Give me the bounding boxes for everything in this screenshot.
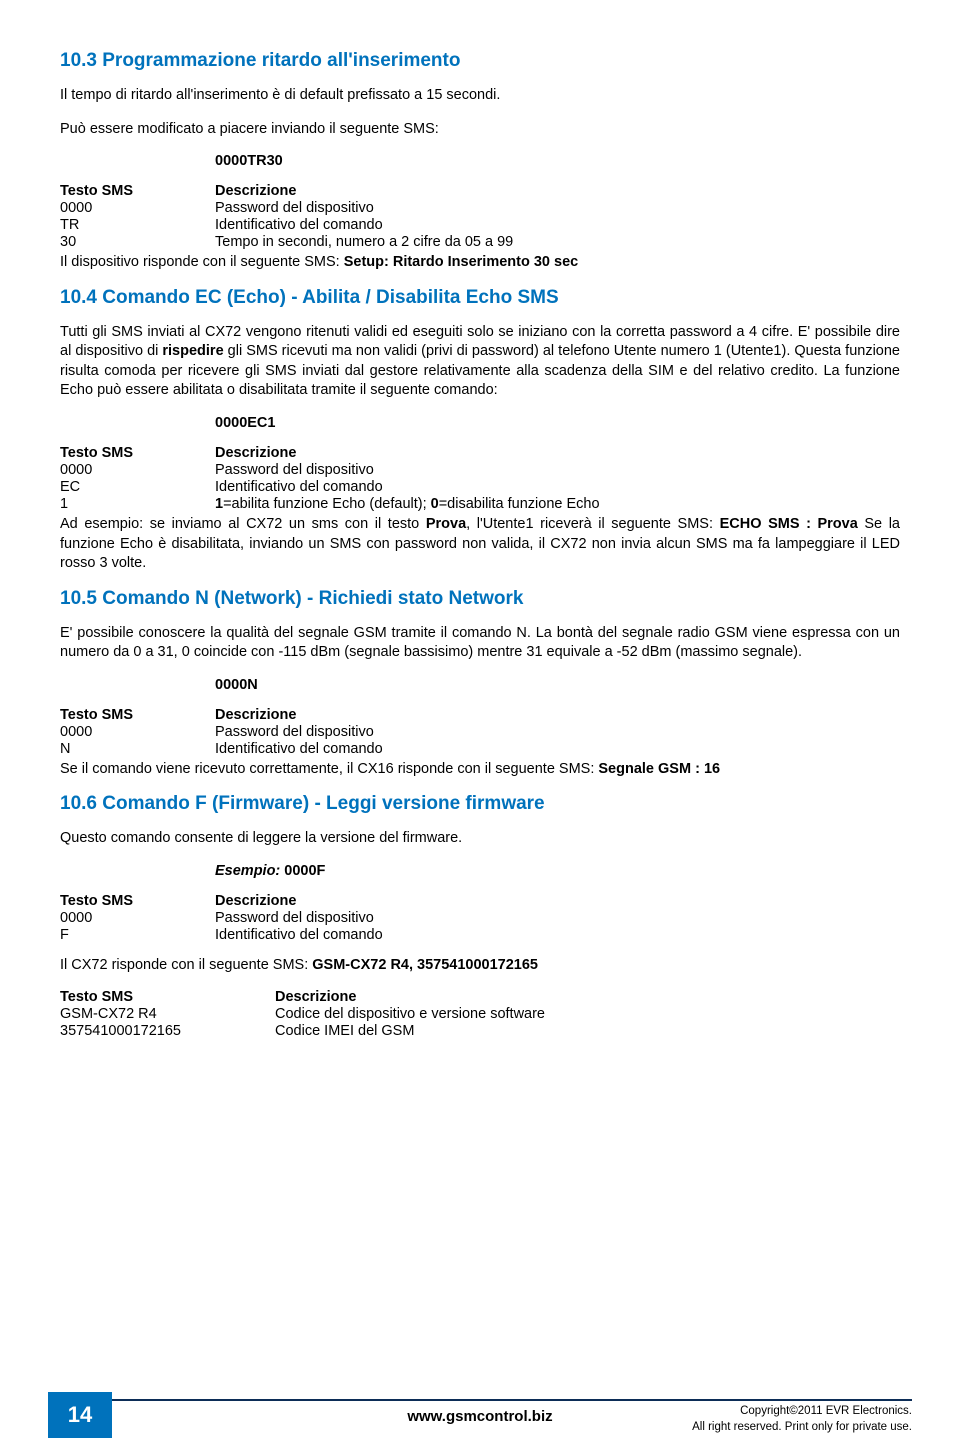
text-bold: Segnale GSM : 16 [598,761,720,777]
text: Il dispositivo risponde con il seguente … [60,254,344,270]
cell: Identificativo del comando [215,927,389,944]
footer-copyright: Copyright©2011 EVR Electronics. All righ… [692,1404,912,1435]
cell: 30 [60,234,215,251]
cell: Codice del dispositivo e versione softwa… [275,1006,551,1023]
heading-10-4: 10.4 Comando EC (Echo) - Abilita / Disab… [60,287,900,309]
col-header: Descrizione [215,445,606,462]
table-row: Testo SMS Descrizione [60,445,606,462]
sms-example: 0000EC1 [215,415,900,431]
table-row: 30Tempo in secondi, numero a 2 cifre da … [60,234,519,251]
table-row: 0000Password del dispositivo [60,462,606,479]
response-text: Se il comando viene ricevuto correttamen… [60,760,900,780]
cell: TR [60,217,215,234]
table-row: TRIdentificativo del comando [60,217,519,234]
text: All right reserved. Print only for priva… [692,1421,912,1433]
col-header: Testo SMS [60,989,275,1006]
cell: F [60,927,215,944]
col-header: Testo SMS [60,445,215,462]
col-header: Testo SMS [60,183,215,200]
table-row: Testo SMS Descrizione [60,183,519,200]
cell: Identificativo del comando [215,479,606,496]
cell: 0000 [60,910,215,927]
table-row: 0000Password del dispositivo [60,910,389,927]
table-row: GSM-CX72 R4Codice del dispositivo e vers… [60,1006,551,1023]
heading-10-3: 10.3 Programmazione ritardo all'inserime… [60,50,900,72]
cell: 1=abilita funzione Echo (default); 0=dis… [215,496,606,513]
table-row: Testo SMS Descrizione [60,893,389,910]
text: Copyright©2011 EVR Electronics. [740,1405,912,1417]
table-row: 0000Password del dispositivo [60,724,389,741]
text: Può essere modificato a piacere inviando… [60,120,900,140]
table-row: NIdentificativo del comando [60,741,389,758]
cell: Password del dispositivo [215,724,389,741]
sms-example: 0000TR30 [215,153,900,169]
response-text: Il dispositivo risponde con il seguente … [60,253,900,273]
sms-example: 0000N [215,677,900,693]
text: =disabilita funzione Echo [439,496,600,512]
command-table: Testo SMS Descrizione 0000Password del d… [60,183,519,251]
cell: GSM-CX72 R4 [60,1006,275,1023]
text: Tutti gli SMS inviati al CX72 vengono ri… [60,323,900,401]
cell: Password del dispositivo [215,462,606,479]
text-bold: Setup: Ritardo Inserimento 30 sec [344,254,578,270]
col-header: Descrizione [215,183,519,200]
response-text: Ad esempio: se inviamo al CX72 un sms co… [60,515,900,574]
text: E' possibile conoscere la qualità del se… [60,624,900,663]
footer-divider [48,1399,912,1401]
col-header: Descrizione [215,893,389,910]
table-row: 0000Password del dispositivo [60,200,519,217]
text: Questo comando consente di leggere la ve… [60,829,900,849]
cell: Codice IMEI del GSM [275,1023,551,1040]
command-table: Testo SMS Descrizione 0000Password del d… [60,707,389,758]
table-row: 357541000172165Codice IMEI del GSM [60,1023,551,1040]
text-bold: 1 [215,496,223,512]
text-italic: Esempio: [215,863,284,879]
command-table: Testo SMS Descrizione 0000Password del d… [60,445,606,513]
cell: 1 [60,496,215,513]
text-bold: 0 [431,496,439,512]
text: Il tempo di ritardo all'inserimento è di… [60,86,900,106]
command-table: Testo SMS Descrizione 0000Password del d… [60,893,389,944]
table-row: FIdentificativo del comando [60,927,389,944]
page-footer: 14 www.gsmcontrol.biz Copyright©2011 EVR… [0,1392,960,1450]
col-header: Testo SMS [60,893,215,910]
table-row: ECIdentificativo del comando [60,479,606,496]
cell: EC [60,479,215,496]
cell: Identificativo del comando [215,741,389,758]
col-header: Descrizione [215,707,389,724]
text-bold: rispedire [162,343,223,359]
text-bold: 0000F [284,863,325,879]
cell: N [60,741,215,758]
text-bold: Prova [426,516,466,532]
text: Il CX72 risponde con il seguente SMS: [60,957,312,973]
cell: Identificativo del comando [215,217,519,234]
cell: 0000 [60,200,215,217]
text-bold: ECHO SMS : Prova [720,516,858,532]
col-header: Descrizione [275,989,551,1006]
cell: 0000 [60,462,215,479]
cell: 0000 [60,724,215,741]
document-page: 10.3 Programmazione ritardo all'inserime… [0,0,960,1450]
text: =abilita funzione Echo (default); [223,496,431,512]
cell: Password del dispositivo [215,910,389,927]
table-row: Testo SMS Descrizione [60,989,551,1006]
cell: Password del dispositivo [215,200,519,217]
response-text: Il CX72 risponde con il seguente SMS: GS… [60,956,900,976]
col-header: Testo SMS [60,707,215,724]
text: Ad esempio: se inviamo al CX72 un sms co… [60,516,426,532]
heading-10-5: 10.5 Comando N (Network) - Richiedi stat… [60,588,900,610]
text: , l'Utente1 riceverà il seguente SMS: [466,516,719,532]
text-bold: GSM-CX72 R4, 357541000172165 [312,957,538,973]
heading-10-6: 10.6 Comando F (Firmware) - Leggi versio… [60,793,900,815]
cell: 357541000172165 [60,1023,275,1040]
text: Se il comando viene ricevuto correttamen… [60,761,598,777]
cell: Tempo in secondi, numero a 2 cifre da 05… [215,234,519,251]
response-table: Testo SMS Descrizione GSM-CX72 R4Codice … [60,989,551,1040]
sms-example: Esempio: 0000F [215,863,900,879]
table-row: 1 1=abilita funzione Echo (default); 0=d… [60,496,606,513]
table-row: Testo SMS Descrizione [60,707,389,724]
